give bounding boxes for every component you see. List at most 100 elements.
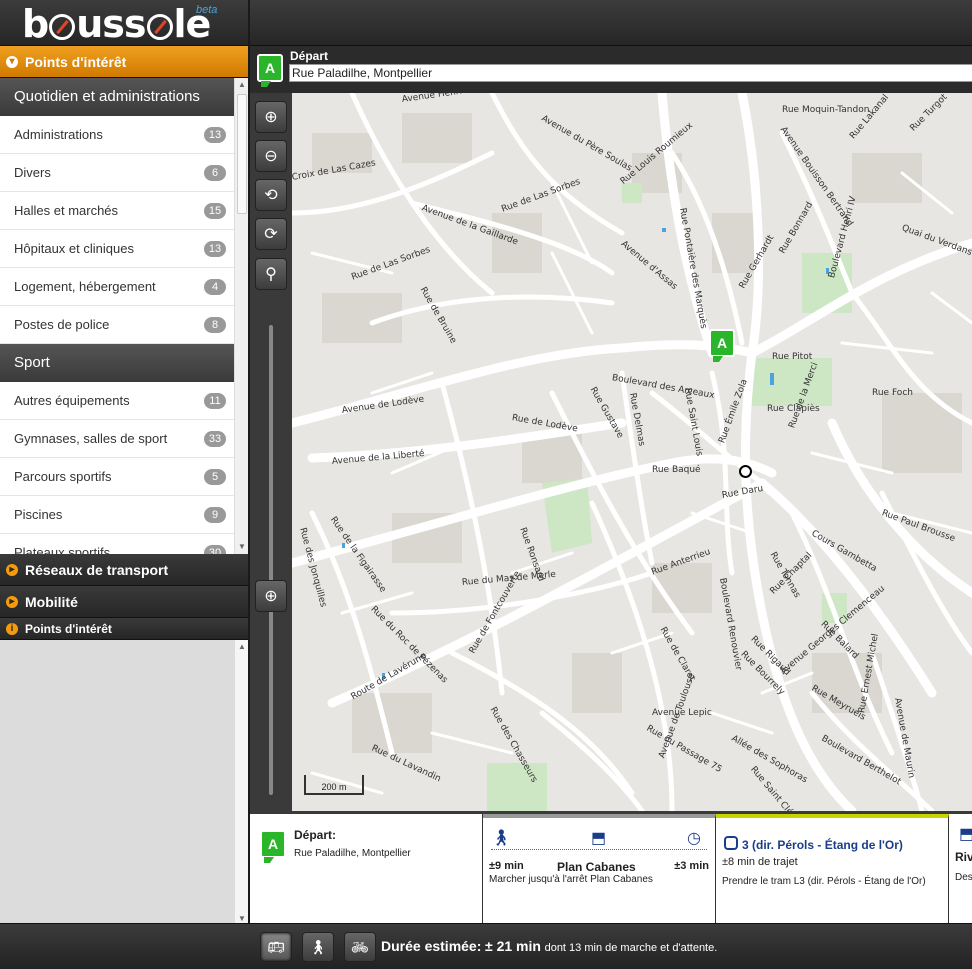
step-desc: Des (955, 872, 972, 883)
step-title: Riv (955, 850, 972, 864)
duration-value: ± 21 min (485, 938, 541, 954)
scroll-up-icon[interactable]: ▲ (235, 640, 249, 654)
step-desc: Marcher jusqu'à l'arrêt Plan Cabanes (489, 874, 653, 885)
poi-item-label: Parcours sportifs (14, 469, 112, 484)
poi-item-label: Plateaux sportifs (14, 545, 111, 554)
accordion-mobility-title: Mobilité (25, 593, 78, 610)
poi-count-badge: 15 (204, 202, 226, 219)
itinerary-step-walk[interactable]: 🚶︎ ⬒ ◷ ±9 min Plan Cabanes ±3 min Marche… (483, 814, 716, 923)
poi-count-badge: 11 (204, 392, 226, 409)
poi-item-label: Hôpitaux et cliniques (14, 241, 134, 256)
itinerary-step-departure[interactable]: A Départ: Rue Paladilhe, Montpellier (250, 814, 483, 923)
departure-label: Départ (290, 49, 329, 63)
map-pin-label: A (709, 329, 735, 362)
poi-list-item[interactable]: Halles et marchés 15 (0, 192, 234, 230)
poi-list-item[interactable]: Piscines 9 (0, 496, 234, 534)
tram-line-title: 3 (dir. Pérols - Étang de l'Or) (742, 838, 903, 852)
poi-count-badge: 9 (204, 506, 226, 523)
stopwatch-icon: ◷ (687, 830, 701, 847)
walk-time: ±9 min (489, 860, 524, 872)
zoom-slider-handle[interactable]: ⊕ (255, 580, 287, 612)
departure-bar: A Départ (250, 46, 972, 93)
poi-category-header[interactable]: Quotidien et administrations (0, 78, 234, 116)
itinerary-step-tram[interactable]: 3 (dir. Pérols - Étang de l'Or) ±8 min d… (716, 814, 949, 923)
street-label: Rue Baqué (652, 465, 701, 475)
poi-list-item[interactable]: Parcours sportifs 5 (0, 458, 234, 496)
poi-scrollbar[interactable]: ▲ ▼ (234, 78, 249, 554)
poi-item-label: Divers (14, 165, 51, 180)
detail-scrollbar[interactable]: ▲ ▼ (234, 640, 249, 926)
markers-icon[interactable]: ⚲ (255, 258, 287, 290)
scroll-up-icon[interactable]: ▲ (235, 78, 249, 92)
arrow-right-icon: ▸ (6, 563, 18, 576)
poi-list-item[interactable]: Administrations 13 (0, 116, 234, 154)
left-panel: ▾ Points d'intérêt Quotidien et administ… (0, 46, 249, 926)
poi-detail-header: i Points d'intérêt (0, 618, 249, 640)
map-toolbar: ⊕ ⊖ ⟲ ⟳ ⚲ ⊕ (250, 93, 292, 811)
accordion-poi[interactable]: ▾ Points d'intérêt (0, 46, 249, 78)
poi-item-label: Piscines (14, 507, 63, 522)
poi-category-header[interactable]: Sport (0, 344, 234, 382)
poi-list-item[interactable]: Logement, hébergement 4 (0, 268, 234, 306)
poi-item-label: Autres équipements (14, 393, 130, 408)
wait-time: ±3 min (674, 860, 709, 872)
zoom-slider[interactable] (269, 325, 273, 795)
departure-pin-icon: A (257, 54, 283, 87)
poi-count-badge: 4 (204, 278, 226, 295)
stop-name: Plan Cabanes (557, 860, 636, 874)
poi-detail-title: Points d'intérêt (25, 621, 112, 636)
arrow-right-icon: ▸ (6, 595, 18, 608)
bike-mode-icon[interactable]: 🚲︎ (344, 932, 376, 962)
map-location-marker[interactable] (739, 465, 752, 478)
zoom-previous-icon[interactable]: ⟲ (255, 179, 287, 211)
poi-list-item[interactable]: Hôpitaux et cliniques 13 (0, 230, 234, 268)
info-icon: i (6, 622, 18, 635)
estimated-duration: Durée estimée: ± 21 min dont 13 min de m… (381, 938, 717, 954)
boussole-logo[interactable]: b uss le (22, 2, 211, 46)
poi-list-item[interactable]: Postes de police 8 (0, 306, 234, 344)
poi-list-item[interactable]: Gymnases, salles de sport 33 (0, 420, 234, 458)
scroll-down-icon[interactable]: ▼ (235, 540, 249, 554)
poi-item-label: Halles et marchés (14, 203, 119, 218)
street-label: Rue Pitot (772, 352, 813, 362)
tram-stop-icon: ⬒ (959, 824, 972, 844)
bus-mode-icon[interactable]: 🚌︎ (260, 932, 292, 962)
zoom-next-icon[interactable]: ⟳ (255, 218, 287, 250)
poi-count-badge: 5 (204, 468, 226, 485)
poi-item-label: Administrations (14, 127, 103, 142)
map-scale: 200 m (304, 775, 364, 795)
map-view[interactable]: Avenue Henri MarèsAvenue du Père SoulasR… (292, 93, 972, 811)
bottom-bar: 🚌︎ 🚶︎ 🚲︎ Durée estimée: ± 21 min dont 13… (0, 923, 972, 969)
walk-icon: 🚶︎ (491, 830, 512, 847)
zoom-out-icon[interactable]: ⊖ (255, 140, 287, 172)
map-departure-pin-icon[interactable]: A (709, 329, 735, 362)
poi-count-badge: 6 (204, 164, 226, 181)
accordion-transport[interactable]: ▸ Réseaux de transport (0, 554, 249, 586)
accordion-mobility[interactable]: ▸ Mobilité (0, 586, 249, 618)
zoom-in-icon[interactable]: ⊕ (255, 101, 287, 133)
street-label: Rue Foch (872, 388, 913, 398)
departure-input[interactable] (289, 64, 972, 82)
poi-item-label: Logement, hébergement (14, 279, 156, 294)
poi-count-badge: 13 (204, 126, 226, 143)
poi-list: Quotidien et administrations Administrati… (0, 78, 249, 554)
walk-mode-icon[interactable]: 🚶︎ (302, 932, 334, 962)
step-text: Rue Paladilhe, Montpellier (294, 848, 411, 859)
arrow-down-icon: ▾ (6, 55, 18, 68)
top-bar: b uss le beta (0, 0, 972, 46)
poi-list-item[interactable]: Plateaux sportifs 30 (0, 534, 234, 554)
poi-item-label: Gymnases, salles de sport (14, 431, 168, 446)
accordion-transport-title: Réseaux de transport (25, 561, 169, 578)
tram-icon (724, 836, 738, 850)
tram-stop-icon: ⬒ (591, 830, 607, 847)
poi-detail-panel: ▲ ▼ (0, 640, 249, 926)
departure-pin-icon: A (260, 830, 286, 863)
poi-list-item[interactable]: Divers 6 (0, 154, 234, 192)
scroll-thumb[interactable] (237, 94, 247, 214)
poi-count-badge: 13 (204, 240, 226, 257)
itinerary-step-next[interactable]: ⬒ Riv Des (949, 814, 972, 923)
tram-duration: ±8 min de trajet (722, 856, 798, 868)
poi-list-item[interactable]: Autres équipements 11 (0, 382, 234, 420)
duration-detail: dont 13 min de marche et d'attente. (544, 942, 718, 954)
itinerary-panel: A Départ: Rue Paladilhe, Montpellier 🚶︎ … (250, 811, 972, 923)
